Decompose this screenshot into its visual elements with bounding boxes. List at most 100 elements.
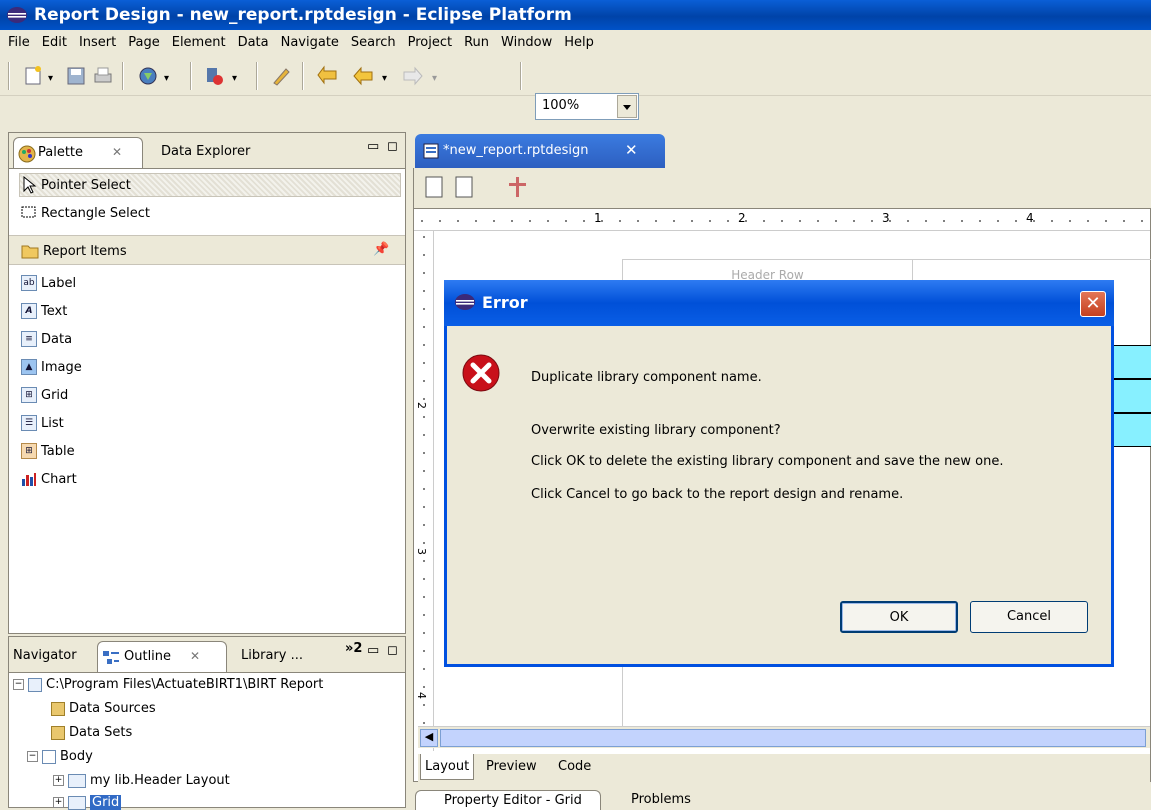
ruler-number: 4 [1026, 211, 1034, 225]
maximize-icon[interactable]: ◻ [387, 139, 398, 154]
data-icon: ≡ [21, 331, 37, 347]
minimize-icon[interactable]: ▭ [367, 643, 379, 658]
report-items-header[interactable]: Report Items [21, 240, 127, 262]
menu-run[interactable]: Run [456, 30, 493, 50]
palette-item-list[interactable]: ☰ List [21, 412, 64, 434]
table-icon: ⊞ [21, 443, 37, 459]
tab-outline[interactable]: Outline ✕ [97, 641, 227, 673]
palette-item-data-label: Data [41, 331, 73, 347]
palette-item-list-label: List [41, 415, 64, 431]
tree-root[interactable]: − C:\Program Files\ActuateBIRT1\BIRT Repo… [13, 677, 323, 692]
pointer-select-label: Pointer Select [41, 177, 131, 193]
palette-item-grid[interactable]: ⊞ Grid [21, 384, 68, 406]
grid-cell[interactable] [1108, 379, 1151, 413]
palette-item-text[interactable]: A Text [21, 300, 67, 322]
palette-panel: Pointer Select Rectangle Select Report I… [8, 168, 406, 634]
menu-project[interactable]: Project [400, 30, 456, 50]
menu-navigate[interactable]: Navigate [273, 30, 343, 50]
report-items-label: Report Items [43, 243, 127, 259]
menu-window[interactable]: Window [493, 30, 556, 50]
guide-icon[interactable] [506, 175, 528, 199]
tab-data-explorer[interactable]: Data Explorer [161, 144, 250, 159]
master-page-icon[interactable] [454, 175, 476, 199]
horizontal-scrollbar[interactable]: ◀ [418, 726, 1150, 748]
svg-text:▾: ▾ [432, 73, 437, 84]
palette-item-image-label: Image [41, 359, 82, 375]
forward-icon[interactable]: ▾ [402, 65, 446, 87]
minimize-icon[interactable]: ▭ [367, 139, 379, 154]
tree-body-label: Body [60, 749, 93, 764]
palette-item-chart[interactable]: Chart [21, 468, 77, 490]
dialog-title-bar[interactable]: Error ✕ [444, 280, 1114, 326]
tab-palette[interactable]: Palette ✕ [13, 137, 143, 169]
tab-property-editor-label: Property Editor - Grid [444, 793, 582, 808]
menu-file[interactable]: File [0, 30, 34, 50]
cancel-button[interactable]: Cancel [970, 601, 1088, 633]
overflow-tabs[interactable]: »2 [345, 641, 362, 656]
menu-search[interactable]: Search [343, 30, 400, 50]
new-file-icon[interactable]: ▾ [24, 65, 62, 87]
tree-data-sets[interactable]: Data Sets [51, 725, 132, 740]
palette-item-chart-label: Chart [41, 471, 77, 487]
save-icon[interactable] [66, 65, 88, 87]
palette-item-label-text: Label [41, 275, 77, 291]
tab-library[interactable]: Library ... [241, 648, 303, 663]
print-icon[interactable] [92, 65, 114, 87]
rectangle-select-label: Rectangle Select [41, 205, 150, 221]
menu-edit[interactable]: Edit [34, 30, 71, 50]
palette-item-label[interactable]: ab Label [21, 272, 76, 294]
close-icon[interactable]: ✕ [1080, 291, 1106, 317]
rectangle-select-icon [21, 206, 36, 218]
close-icon[interactable]: ✕ [112, 145, 122, 159]
back-icon[interactable]: ▾ [352, 65, 396, 87]
outline-icon [103, 651, 119, 664]
palette-item-data[interactable]: ≡ Data [21, 328, 72, 350]
scrollbar-thumb[interactable] [440, 729, 1146, 747]
svg-text:▾: ▾ [48, 73, 53, 84]
rectangle-select[interactable]: Rectangle Select [21, 202, 150, 224]
pin-icon[interactable]: 📌 [373, 242, 389, 257]
ok-button[interactable]: OK [840, 601, 958, 633]
pointer-select[interactable]: Pointer Select [21, 174, 131, 196]
tab-new-report[interactable]: *new_report.rptdesign ✕ [415, 134, 665, 168]
palette-item-table[interactable]: ⊞ Table [21, 440, 75, 462]
maximize-icon[interactable]: ◻ [387, 643, 398, 658]
ruler-number: 2 [415, 402, 428, 409]
tree-data-sources[interactable]: Data Sources [51, 701, 156, 716]
scroll-left-icon[interactable]: ◀ [420, 729, 438, 747]
palette-item-image[interactable]: ▲ Image [21, 356, 82, 378]
tab-preview[interactable]: Preview [486, 759, 537, 774]
brush-icon[interactable] [270, 65, 294, 87]
error-icon [462, 354, 500, 392]
tab-problems[interactable]: Problems [631, 792, 691, 807]
last-edit-location-icon[interactable] [316, 65, 342, 87]
menu-element[interactable]: Element [164, 30, 230, 50]
chevron-down-icon[interactable] [617, 95, 637, 118]
main-toolbar: ▾ ▾ ▾ ▾ ▾ [0, 56, 1151, 96]
tab-navigator[interactable]: Navigator [13, 648, 77, 663]
tab-property-editor[interactable]: Property Editor - Grid [415, 790, 601, 810]
chart-icon [22, 473, 36, 486]
tab-code[interactable]: Code [558, 759, 591, 774]
tab-layout[interactable]: Layout [420, 754, 475, 780]
menu-page[interactable]: Page [120, 30, 163, 50]
grid-cell[interactable] [1108, 413, 1151, 447]
debug-icon[interactable]: ▾ [204, 65, 246, 87]
tree-header-layout[interactable]: + my lib.Header Layout [53, 773, 230, 788]
tree-body[interactable]: − Body [27, 749, 93, 764]
dialog-title: Error [482, 293, 528, 312]
report-items-drawer[interactable]: Report Items 📌 [9, 235, 405, 265]
zoom-combo[interactable]: 100% [535, 93, 639, 120]
menu-data[interactable]: Data [230, 30, 273, 50]
window-title-bar[interactable]: Report Design - new_report.rptdesign - E… [0, 0, 1151, 30]
error-ok-hint: Click OK to delete the existing library … [531, 454, 1004, 469]
close-icon[interactable]: ✕ [190, 649, 200, 663]
close-icon[interactable]: ✕ [625, 141, 638, 159]
menu-insert[interactable]: Insert [71, 30, 120, 50]
tree-root-label: C:\Program Files\ActuateBIRT1\BIRT Repor… [46, 677, 324, 692]
run-report-icon[interactable]: ▾ [138, 65, 178, 87]
grid-cell[interactable] [1108, 345, 1151, 379]
page-icon[interactable] [424, 175, 446, 199]
menu-help[interactable]: Help [556, 30, 598, 50]
palette-item-text-label: Text [41, 303, 68, 319]
